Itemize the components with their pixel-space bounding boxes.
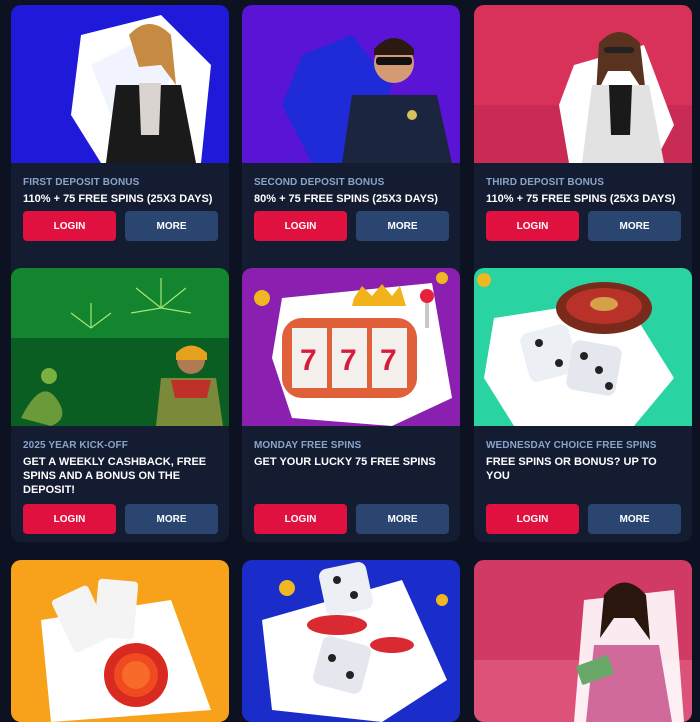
login-button[interactable]: LOGIN	[486, 211, 579, 241]
promo-card: FIRST DEPOSIT BONUS 110% + 75 FREE SPINS…	[11, 5, 229, 295]
login-button[interactable]: LOGIN	[23, 504, 116, 534]
login-button[interactable]: LOGIN	[486, 504, 579, 534]
promo-card: THIRD DEPOSIT BONUS 110% + 75 FREE SPINS…	[474, 5, 692, 295]
promo-title: GET A WEEKLY CASHBACK, FREE SPINS AND A …	[23, 456, 207, 496]
promo-title: 80% + 75 FREE SPINS (25X3 DAYS)	[254, 193, 438, 205]
promo-card	[474, 560, 692, 722]
promo-title: GET YOUR LUCKY 75 FREE SPINS	[254, 456, 436, 468]
more-button[interactable]: MORE	[356, 211, 449, 241]
promo-card: WEDNESDAY CHOICE FREE SPINS FREE SPINS O…	[474, 268, 692, 542]
promo-card: SECOND DEPOSIT BONUS 80% + 75 FREE SPINS…	[242, 5, 460, 295]
promo-title: 110% + 75 FREE SPINS (25X3 DAYS)	[23, 193, 213, 205]
dice-roulette-illustration	[474, 268, 692, 426]
more-button[interactable]: MORE	[588, 211, 681, 241]
promo-subtitle: SECOND DEPOSIT BONUS	[254, 177, 385, 188]
svg-text:7: 7	[340, 344, 357, 377]
promo-card: 7 7 7 MONDAY FREE SPINS GET YOUR LUCKY 7…	[242, 268, 460, 542]
promo-title: FREE SPINS OR BONUS? UP TO YOU	[486, 456, 657, 482]
promo-subtitle: MONDAY FREE SPINS	[254, 440, 362, 451]
more-button[interactable]: MORE	[588, 504, 681, 534]
woman-cash-illustration	[474, 560, 692, 722]
svg-text:7: 7	[380, 344, 397, 377]
promo-card	[11, 560, 229, 722]
more-button[interactable]: MORE	[356, 504, 449, 534]
svg-text:7: 7	[300, 344, 317, 377]
snake-fireworks-illustration	[11, 268, 229, 426]
more-button[interactable]: MORE	[125, 504, 218, 534]
promo-title: 110% + 75 FREE SPINS (25X3 DAYS)	[486, 193, 676, 205]
promo-subtitle: WEDNESDAY CHOICE FREE SPINS	[486, 440, 657, 451]
promo-subtitle: 2025 YEAR KICK-OFF	[23, 440, 128, 451]
woman-sunglasses-illustration	[474, 5, 692, 163]
cards-chip-illustration	[11, 560, 229, 722]
promotions-grid: FIRST DEPOSIT BONUS 110% + 75 FREE SPINS…	[0, 0, 700, 722]
promo-card: 2025 YEAR KICK-OFF GET A WEEKLY CASHBACK…	[11, 268, 229, 542]
woman-leather-jacket-illustration	[11, 5, 229, 163]
login-button[interactable]: LOGIN	[254, 211, 347, 241]
promo-card	[242, 560, 460, 722]
promo-subtitle: FIRST DEPOSIT BONUS	[23, 177, 140, 188]
dice-chips-illustration	[242, 560, 460, 722]
login-button[interactable]: LOGIN	[254, 504, 347, 534]
login-button[interactable]: LOGIN	[23, 211, 116, 241]
slot-machine-777-illustration: 7 7 7	[242, 268, 460, 426]
more-button[interactable]: MORE	[125, 211, 218, 241]
promo-subtitle: THIRD DEPOSIT BONUS	[486, 177, 605, 188]
police-officer-illustration	[242, 5, 460, 163]
